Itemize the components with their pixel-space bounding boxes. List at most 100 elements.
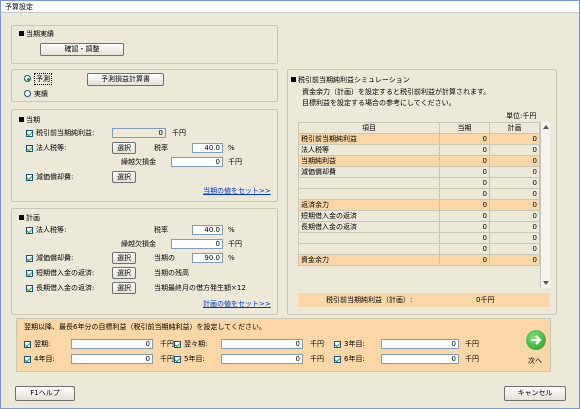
pretax-field[interactable]: 0 <box>112 128 166 138</box>
target-year-field[interactable]: 0 <box>71 354 153 364</box>
plan-cell: 0 <box>489 188 540 200</box>
target-year-field[interactable]: 0 <box>381 339 459 349</box>
target-year-field[interactable]: 0 <box>381 354 459 364</box>
table-row: 00 <box>298 188 540 200</box>
budget-settings-window: 予算設定 当期実績 確認・調整 予測 実績 予測損益計算書 当期 税引前当期純利… <box>0 0 580 409</box>
plan-dep-field[interactable]: 90.0 <box>192 253 223 263</box>
target-year-label: 4年目: <box>34 355 55 363</box>
set-plan-values-link[interactable]: 計画の値をセット>> <box>203 299 271 309</box>
scroll-down-icon[interactable] <box>543 281 549 285</box>
target-year-label: 翌期: <box>34 340 51 348</box>
next-arrow-icon[interactable] <box>526 330 546 350</box>
forecast-label: 予測 <box>34 73 52 85</box>
target-year-checkbox[interactable] <box>334 356 341 363</box>
rate-field[interactable]: 40.0 <box>192 143 223 153</box>
depreciation-select-button[interactable]: 選択 <box>112 171 136 183</box>
simulation-heading: 税引前当期純利益シミュレーション <box>298 76 410 84</box>
row-label: 当期純利益 <box>298 155 440 167</box>
plan-rate-unit: % <box>228 226 235 234</box>
corp-tax-select-button[interactable]: 選択 <box>112 142 136 154</box>
table-row: 00 <box>298 243 540 255</box>
row-label <box>298 188 440 200</box>
confirm-adjust-button[interactable]: 確認・調整 <box>40 43 124 56</box>
bullet-square-icon <box>19 215 24 220</box>
target-year-field[interactable]: 0 <box>71 339 153 349</box>
table-row: 返済余力 0 0 <box>298 199 540 211</box>
plan-corp-tax-checkbox[interactable] <box>26 227 33 234</box>
plan-depreciation-label: 減価償却費: <box>36 254 74 262</box>
target-year-checkbox[interactable] <box>174 341 181 348</box>
bullet-square-icon <box>291 77 296 82</box>
next-label[interactable]: 次へ <box>528 356 542 366</box>
plan-cell: 0 <box>489 243 540 255</box>
target-year-unit: 千円 <box>160 355 174 363</box>
current-cell: 0 <box>439 199 490 211</box>
deficit-unit: 千円 <box>228 158 242 166</box>
target-year-label: 3年目: <box>344 340 365 348</box>
long-loan-text: 当期最終月の借方発生額×12 <box>154 284 246 292</box>
row-label <box>298 232 440 244</box>
target-year-unit: 千円 <box>310 355 324 363</box>
short-loan-select-button[interactable]: 選択 <box>112 267 136 279</box>
short-loan-text: 当期の残高 <box>154 269 189 277</box>
current-cell: 0 <box>439 133 490 145</box>
forecast-radio[interactable] <box>24 75 31 82</box>
row-label <box>298 177 440 189</box>
table-row: 00 <box>298 177 540 189</box>
short-loan-label: 短期借入金の返済: <box>36 269 95 277</box>
row-label: 法人税等 <box>298 144 440 156</box>
pretax-checkbox[interactable] <box>26 130 33 137</box>
table-row: 税引前当期純利益 0 0 <box>298 133 540 145</box>
target-year-field[interactable]: 0 <box>221 339 303 349</box>
short-loan-checkbox[interactable] <box>26 270 33 277</box>
plan-depreciation-checkbox[interactable] <box>26 255 33 262</box>
plan-dep-text: 当期の <box>154 254 175 262</box>
pretax-plan-value: 0千円 <box>476 296 495 304</box>
forecast-pl-button[interactable]: 予測損益計算書 <box>87 73 164 86</box>
depreciation-checkbox[interactable] <box>26 174 33 181</box>
current-cell: 0 <box>439 144 490 156</box>
plan-rate-field[interactable]: 40.0 <box>192 225 223 235</box>
target-year-field[interactable]: 0 <box>221 354 303 364</box>
target-year-checkbox[interactable] <box>24 341 31 348</box>
current-results-heading: 当期実績 <box>26 30 54 38</box>
plan-cell: 0 <box>489 133 540 145</box>
row-label: 資金余力 <box>298 254 440 266</box>
simulation-unit: 単位:千円 <box>506 112 537 120</box>
scroll-up-icon[interactable] <box>543 125 549 129</box>
cancel-button[interactable]: キャンセル <box>504 386 566 401</box>
column-header: 計画 <box>489 122 540 134</box>
plan-cell: 0 <box>489 177 540 189</box>
target-year-unit: 千円 <box>310 340 324 348</box>
long-loan-select-button[interactable]: 選択 <box>112 282 136 294</box>
plan-corp-tax-label: 法人税等: <box>36 226 67 234</box>
long-loan-checkbox[interactable] <box>26 285 33 292</box>
set-current-values-link[interactable]: 当期の値をセット>> <box>203 186 271 196</box>
plan-dep-unit: % <box>228 254 235 262</box>
plan-cell: 0 <box>489 210 540 222</box>
plan-depreciation-select-button[interactable]: 選択 <box>112 252 136 264</box>
corp-tax-checkbox[interactable] <box>26 145 33 152</box>
table-scrollbar[interactable] <box>540 122 550 288</box>
plan-heading: 計画 <box>26 214 40 222</box>
target-year-unit: 千円 <box>465 340 479 348</box>
plan-deficit-label: 繰越欠損金 <box>121 240 156 248</box>
target-year-label: 6年目: <box>344 355 365 363</box>
target-year-checkbox[interactable] <box>174 356 181 363</box>
plan-cell: 0 <box>489 254 540 266</box>
target-year-checkbox[interactable] <box>24 356 31 363</box>
target-year-checkbox[interactable] <box>334 341 341 348</box>
plan-deficit-field[interactable]: 0 <box>171 239 223 249</box>
plan-deficit-unit: 千円 <box>228 240 242 248</box>
deficit-field[interactable]: 0 <box>171 157 223 167</box>
plan-cell: 0 <box>489 232 540 244</box>
column-header: 当期 <box>439 122 490 134</box>
row-label: 長期借入金の返済 <box>298 221 440 233</box>
row-label <box>298 243 440 255</box>
bullet-square-icon <box>19 117 24 122</box>
current-cell: 0 <box>439 155 490 167</box>
help-button[interactable]: F1ヘルプ <box>15 386 75 401</box>
actual-radio[interactable] <box>24 90 31 97</box>
current-cell: 0 <box>439 254 490 266</box>
bullet-square-icon <box>19 31 24 36</box>
